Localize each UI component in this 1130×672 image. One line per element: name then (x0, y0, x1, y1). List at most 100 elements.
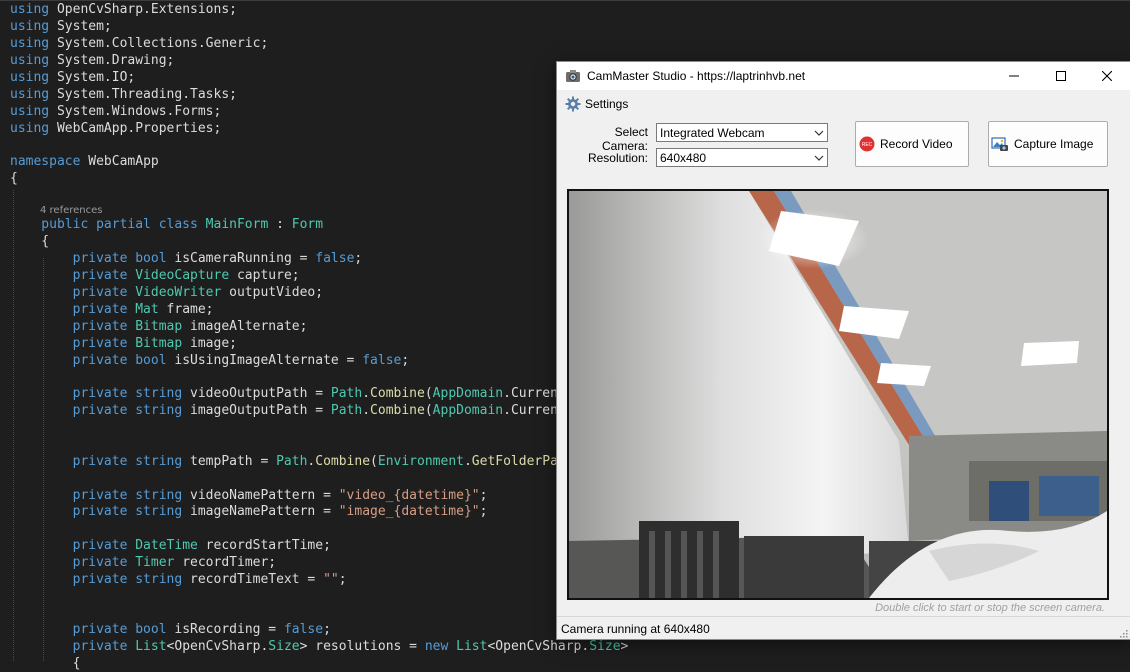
code-line[interactable]: using OpenCvSharp.Extensions; (10, 1, 237, 18)
resolution-label: Resolution: (587, 151, 648, 165)
code-token: ; (479, 488, 488, 503)
code-token: namespace (10, 154, 89, 169)
menu-settings-label: Settings (585, 97, 629, 111)
code-line[interactable]: public partial class MainForm : Form (10, 216, 323, 233)
code-line[interactable]: using System; (10, 18, 112, 35)
code-token: ; (354, 251, 363, 266)
capture-image-button[interactable]: Capture Image (988, 121, 1108, 167)
code-token: isRecording = (174, 622, 284, 637)
code-line[interactable]: private List<OpenCvSharp.Size> resolutio… (10, 638, 629, 655)
code-token: false (283, 622, 324, 637)
title-bar[interactable]: CamMaster Studio - https://laptrinhvb.ne… (557, 62, 1130, 90)
camera-preview[interactable] (567, 189, 1109, 600)
code-line[interactable]: { (10, 170, 18, 187)
camera-select[interactable]: Integrated Webcam (656, 123, 828, 142)
menu-item-settings[interactable]: Settings (565, 95, 628, 113)
code-token: VideoCapture (135, 268, 230, 283)
code-token: . (463, 454, 472, 469)
code-line[interactable]: using System.Drawing; (10, 52, 174, 69)
code-token: private bool (10, 622, 175, 637)
code-line[interactable]: private string videoOutputPath = Path.Co… (10, 385, 582, 402)
code-token: private (10, 555, 136, 570)
code-token: "video_{datetime}" (338, 488, 480, 503)
code-token: public partial class (10, 217, 206, 232)
code-token: WebCamApp.Properties; (56, 121, 222, 136)
code-token: Form (291, 217, 324, 232)
close-button[interactable] (1084, 62, 1130, 90)
code-line[interactable]: private string recordTimeText = ""; (10, 571, 347, 588)
code-line[interactable]: private Bitmap imageAlternate; (10, 318, 308, 335)
code-line[interactable]: using System.IO; (10, 69, 135, 86)
code-line[interactable]: private VideoCapture capture; (10, 267, 300, 284)
indent-guide (43, 258, 44, 661)
code-line[interactable]: private Bitmap image; (10, 335, 237, 352)
code-line[interactable]: { (10, 655, 81, 672)
preview-hint-text: Double click to start or stop the screen… (875, 602, 1105, 614)
code-token: recordStartTime; (197, 538, 331, 553)
code-line[interactable]: private string imageNamePattern = "image… (10, 503, 488, 520)
code-line[interactable]: private string videoNamePattern = "video… (10, 487, 488, 504)
menu-bar: Settings (557, 90, 1130, 118)
record-video-button[interactable]: REC Record Video (855, 121, 969, 167)
code-token: > (620, 639, 629, 654)
indent-guide (13, 190, 14, 661)
code-token: private string (10, 488, 191, 503)
code-token: using (10, 104, 57, 119)
code-token: System.Drawing; (56, 53, 175, 68)
code-line[interactable]: private DateTime recordStartTime; (10, 537, 331, 554)
code-line[interactable]: private bool isCameraRunning = false; (10, 250, 363, 267)
code-line[interactable]: private Mat frame; (10, 301, 214, 318)
maximize-icon (1056, 71, 1066, 81)
code-token: using (10, 87, 57, 102)
resize-grip-icon[interactable] (1118, 628, 1128, 638)
code-token: Size (268, 639, 300, 654)
code-token: System.Collections.Generic; (56, 36, 269, 51)
code-lens-references[interactable]: 4 references (40, 205, 103, 216)
code-token: private string (10, 572, 191, 587)
code-line[interactable]: namespace WebCamApp (10, 153, 159, 170)
code-token: using (10, 121, 57, 136)
code-line[interactable]: using System.Windows.Forms; (10, 103, 221, 120)
code-token: outputVideo; (221, 285, 324, 300)
code-token: ; (401, 353, 410, 368)
code-token: recordTimer; (174, 555, 277, 570)
code-line[interactable]: private bool isUsingImageAlternate = fal… (10, 352, 410, 369)
cammaster-window[interactable]: CamMaster Studio - https://laptrinhvb.ne… (556, 61, 1130, 640)
maximize-button[interactable] (1038, 62, 1084, 90)
code-token: . (503, 403, 511, 418)
code-token: false (315, 251, 355, 266)
code-token: Combine (370, 403, 425, 418)
code-token: using (10, 19, 57, 34)
code-token: . (503, 386, 511, 401)
record-icon-text: REC (862, 142, 873, 148)
code-line[interactable]: private string imageOutputPath = Path.Co… (10, 402, 582, 419)
minimize-button[interactable] (991, 62, 1037, 90)
code-token: ; (338, 572, 347, 587)
code-token: imageOutputPath = (190, 403, 331, 418)
code-token: "" (323, 572, 339, 587)
code-line[interactable]: using System.Threading.Tasks; (10, 86, 237, 103)
code-line[interactable]: using WebCamApp.Properties; (10, 120, 221, 137)
code-line[interactable]: private bool isRecording = false; (10, 621, 331, 638)
code-line[interactable]: using System.Collections.Generic; (10, 35, 268, 52)
code-line[interactable]: private string tempPath = Path. Combine(E… (10, 453, 582, 470)
code-token: capture; (229, 268, 300, 283)
code-line[interactable]: private Timer recordTimer; (10, 554, 277, 571)
code-line[interactable]: { (10, 233, 49, 250)
chevron-down-icon (814, 130, 824, 136)
code-line[interactable]: private VideoWriter outputVideo; (10, 284, 323, 301)
code-token: isUsingImageAlternate = (174, 353, 363, 368)
chevron-down-icon (814, 155, 824, 161)
code-token: private string (10, 386, 191, 401)
code-token: AppDomain (432, 403, 504, 418)
code-token: OpenCvSharp.Extensions; (56, 2, 237, 17)
select-camera-label: Select Camera: (601, 125, 648, 153)
code-token: "image_{datetime}" (338, 504, 480, 519)
code-token: ; (323, 622, 331, 637)
code-token: WebCamApp (88, 154, 159, 169)
code-token: Size (589, 639, 621, 654)
code-token: private bool (10, 353, 175, 368)
camera-feed-image (569, 191, 1107, 598)
resolution-select[interactable]: 640x480 (656, 148, 828, 167)
window-title: CamMaster Studio - https://laptrinhvb.ne… (587, 69, 806, 83)
